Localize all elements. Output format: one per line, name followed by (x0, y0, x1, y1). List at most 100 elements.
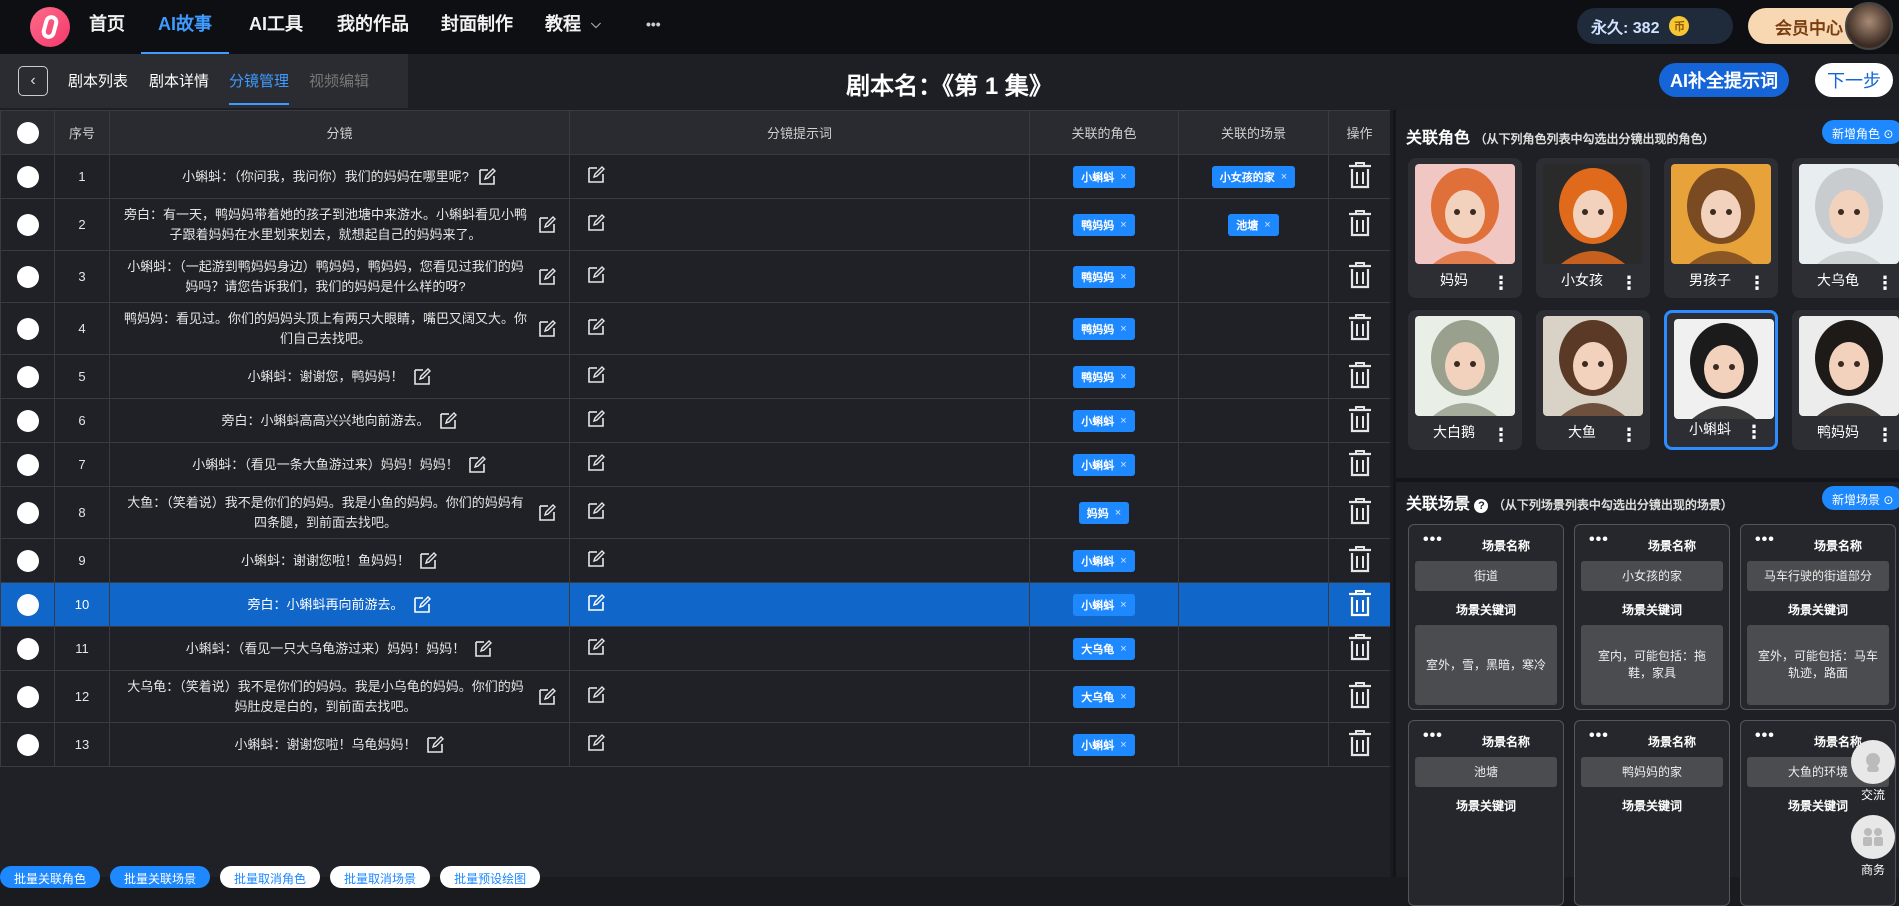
add-scene-button[interactable]: 新增场景 ⊙ (1822, 486, 1899, 510)
table-row[interactable]: 1 小蝌蚪：（你问我，我问你）我们的妈妈在哪里呢? 小蝌蚪 × 小女孩的家 × (0, 154, 1390, 199)
chat-float-button[interactable]: 交流 (1851, 740, 1895, 803)
edit-segment-icon[interactable] (537, 503, 557, 523)
add-character-button[interactable]: 新增角色 ⊙ (1822, 120, 1899, 144)
next-step-button[interactable]: 下一步 (1815, 63, 1893, 97)
more-horizontal-icon[interactable]: ••• (1755, 727, 1775, 745)
edit-prompt-icon[interactable] (586, 317, 606, 337)
table-row[interactable]: 9 小蝌蚪：谢谢您啦！鱼妈妈！ 小蝌蚪 × (0, 538, 1390, 583)
nav-ai-tools[interactable]: AI工具 (249, 0, 303, 54)
edit-segment-icon[interactable] (425, 735, 445, 755)
back-button[interactable]: ‹ (18, 66, 48, 96)
table-row[interactable]: 8 大鱼：（笑着说）我不是你们的妈妈。我是小鱼的妈妈。你们的妈妈有四条腿，到前面去… (0, 486, 1390, 539)
row-select-cell[interactable] (0, 442, 55, 487)
row-select-cell[interactable] (0, 626, 55, 671)
remove-tag-icon[interactable]: × (1120, 459, 1126, 471)
row-select-radio[interactable] (16, 637, 39, 660)
row-select-cell[interactable] (0, 302, 55, 355)
more-vertical-icon[interactable]: ⋮ (1745, 423, 1763, 441)
edit-prompt-icon[interactable] (586, 501, 606, 521)
batch-link-scene-button[interactable]: 批量关联场景 (110, 866, 211, 888)
character-card[interactable]: 鸭妈妈 ⋮ (1792, 310, 1899, 450)
row-select-radio[interactable] (16, 453, 39, 476)
nav-cover[interactable]: 封面制作 (441, 0, 513, 54)
table-row[interactable]: 13 小蝌蚪：谢谢您啦！乌龟妈妈！ 小蝌蚪 × (0, 722, 1390, 767)
remove-tag-icon[interactable]: × (1115, 507, 1121, 519)
row-select-radio[interactable] (16, 265, 39, 288)
role-tag[interactable]: 小蝌蚪 × (1073, 165, 1135, 188)
character-card[interactable]: 男孩子 ⋮ (1664, 158, 1778, 298)
trash-icon[interactable] (1346, 312, 1374, 345)
row-select-cell[interactable] (0, 354, 55, 399)
more-vertical-icon[interactable]: ⋮ (1620, 426, 1638, 444)
trash-icon[interactable] (1346, 544, 1374, 577)
row-select-radio[interactable] (16, 165, 39, 188)
nav-tutorial[interactable]: 教程 (545, 0, 581, 54)
table-row[interactable]: 2 旁白：有一天，鸭妈妈带着她的孩子到池塘中来游水。小蝌蚪看见小鸭子跟着妈妈在水里… (0, 198, 1390, 251)
tab-storyboard[interactable]: 分镜管理 (229, 70, 290, 105)
remove-tag-icon[interactable]: × (1120, 555, 1126, 567)
edit-segment-icon[interactable] (418, 551, 438, 571)
scene-tag[interactable]: 小女孩的家 × (1211, 165, 1296, 188)
row-select-cell[interactable] (0, 250, 55, 303)
chevron-down-icon[interactable]: ⌵ (591, 0, 601, 54)
trash-icon[interactable] (1346, 208, 1374, 241)
edit-prompt-icon[interactable] (586, 685, 606, 705)
character-card[interactable]: 大白鹅 ⋮ (1408, 310, 1522, 450)
more-vertical-icon[interactable]: ⋮ (1748, 274, 1766, 292)
edit-segment-icon[interactable] (473, 639, 493, 659)
more-horizontal-icon[interactable]: ••• (1423, 727, 1443, 745)
character-card[interactable]: 小女孩 ⋮ (1536, 158, 1650, 298)
select-all-header[interactable] (0, 110, 55, 155)
remove-tag-icon[interactable]: × (1120, 691, 1126, 703)
tab-video-edit[interactable]: 视频编辑 (309, 70, 369, 91)
row-select-radio[interactable] (16, 593, 39, 616)
user-avatar[interactable] (1845, 2, 1893, 50)
batch-preset-draw-button[interactable]: 批量预设绘图 (440, 866, 541, 888)
character-card[interactable]: 大鱼 ⋮ (1536, 310, 1650, 450)
table-row[interactable]: 3 小蝌蚪：（一起游到鸭妈妈身边）鸭妈妈，鸭妈妈，您看见过我们的妈妈吗？请您告诉我… (0, 250, 1390, 303)
remove-tag-icon[interactable]: × (1120, 599, 1126, 611)
edit-segment-icon[interactable] (438, 411, 458, 431)
more-horizontal-icon[interactable]: ••• (1423, 531, 1443, 549)
row-select-radio[interactable] (16, 733, 39, 756)
remove-tag-icon[interactable]: × (1120, 171, 1126, 183)
edit-segment-icon[interactable] (467, 455, 487, 475)
row-select-radio[interactable] (16, 501, 39, 524)
more-vertical-icon[interactable]: ⋮ (1876, 426, 1894, 444)
more-horizontal-icon[interactable]: ••• (1755, 531, 1775, 549)
trash-icon[interactable] (1346, 448, 1374, 481)
more-horizontal-icon[interactable]: ••• (1589, 531, 1609, 549)
tab-script-list[interactable]: 剧本列表 (68, 70, 128, 91)
scene-tag[interactable]: 池塘 × (1228, 213, 1279, 236)
role-tag[interactable]: 鸭妈妈 × (1073, 317, 1135, 340)
remove-tag-icon[interactable]: × (1120, 415, 1126, 427)
nav-ai-story[interactable]: AI故事 (141, 0, 229, 54)
edit-prompt-icon[interactable] (586, 453, 606, 473)
batch-link-role-button[interactable]: 批量关联角色 (0, 866, 101, 888)
edit-prompt-icon[interactable] (586, 165, 606, 185)
role-tag[interactable]: 小蝌蚪 × (1073, 453, 1135, 476)
row-select-cell[interactable] (0, 398, 55, 443)
edit-segment-icon[interactable] (412, 595, 432, 615)
row-select-radio[interactable] (16, 685, 39, 708)
edit-segment-icon[interactable] (537, 267, 557, 287)
remove-tag-icon[interactable]: × (1120, 219, 1126, 231)
edit-segment-icon[interactable] (412, 367, 432, 387)
remove-tag-icon[interactable]: × (1120, 371, 1126, 383)
row-select-radio[interactable] (16, 549, 39, 572)
edit-segment-icon[interactable] (537, 215, 557, 235)
edit-prompt-icon[interactable] (586, 593, 606, 613)
table-row[interactable]: 11 小蝌蚪：（看见一只大乌龟游过来）妈妈！妈妈！ 大乌龟 × (0, 626, 1390, 671)
remove-tag-icon[interactable]: × (1120, 643, 1126, 655)
character-card[interactable]: 小蝌蚪 ⋮ (1664, 310, 1778, 450)
role-tag[interactable]: 小蝌蚪 × (1073, 733, 1135, 756)
coin-balance[interactable]: 永久: 382 币 (1577, 8, 1733, 44)
trash-icon[interactable] (1346, 680, 1374, 713)
trash-icon[interactable] (1346, 360, 1374, 393)
scene-card[interactable]: ••• 场景名称 鸭妈妈的家 场景关键词 (1574, 720, 1730, 906)
character-card[interactable]: 妈妈 ⋮ (1408, 158, 1522, 298)
role-tag[interactable]: 妈妈 × (1078, 501, 1130, 524)
more-vertical-icon[interactable]: ⋮ (1876, 274, 1894, 292)
row-select-radio[interactable] (16, 213, 39, 236)
edit-prompt-icon[interactable] (586, 733, 606, 753)
